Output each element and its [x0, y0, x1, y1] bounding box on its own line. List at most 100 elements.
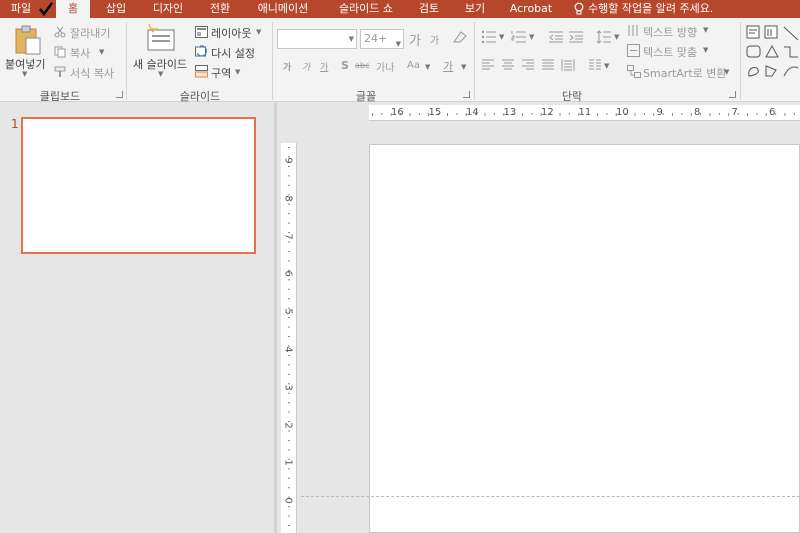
font-launcher-icon[interactable] [463, 91, 470, 98]
character-spacing-button[interactable]: 가나 [376, 59, 394, 74]
ruler-tick [447, 113, 448, 116]
font-size-select[interactable]: 24+ ▼ [360, 29, 404, 49]
underline-button[interactable]: 가 [320, 60, 328, 73]
ruler-number: 16 [391, 107, 404, 118]
copy-button[interactable]: 복사 [70, 45, 90, 61]
bullets-dropdown-icon[interactable]: ▼ [499, 33, 504, 41]
ruler-tick [288, 354, 290, 356]
tab-insert[interactable]: 삽입 [98, 0, 134, 18]
tab-animations[interactable]: 애니메이션 [250, 0, 316, 18]
grow-font-button[interactable]: 가 [409, 30, 421, 49]
shadow-button[interactable]: S [341, 59, 349, 72]
slide-thumbnail[interactable] [21, 117, 256, 254]
bullets-icon[interactable] [481, 30, 497, 44]
columns-dropdown-icon[interactable]: ▼ [604, 62, 609, 70]
tab-acrobat[interactable]: Acrobat [506, 0, 556, 18]
format-painter-button[interactable]: 서식 복사 [70, 65, 114, 81]
align-right-icon[interactable] [521, 59, 535, 71]
tab-file[interactable]: 파일 [4, 0, 38, 18]
font-color-dropdown-icon[interactable]: ▼ [461, 63, 466, 71]
copy-dropdown-icon[interactable]: ▼ [99, 48, 104, 56]
tab-view[interactable]: 보기 [458, 0, 492, 18]
distributed-icon[interactable] [561, 58, 575, 72]
font-name-select[interactable]: ▼ [277, 29, 357, 49]
ruler-tick [747, 113, 748, 116]
ruler-tick [288, 203, 290, 205]
columns-icon[interactable] [588, 59, 602, 71]
section-button[interactable]: 구역 [211, 65, 231, 81]
align-text-button[interactable]: 텍스트 맞춤 [643, 44, 697, 60]
copy-icon [54, 46, 66, 58]
vertical-ruler: 9 8 7 6 5 4 3 2 1 0 [281, 143, 297, 533]
ruler-tick [493, 113, 495, 115]
clear-formatting-icon[interactable] [452, 30, 468, 44]
tab-transitions[interactable]: 전환 [202, 0, 238, 18]
convert-smartart-button[interactable]: SmartArt로 변환 [643, 65, 727, 81]
paragraph-launcher-icon[interactable] [729, 91, 736, 98]
italic-button[interactable]: 가 [302, 60, 310, 73]
cut-button[interactable]: 잘라내기 [70, 25, 110, 41]
text-direction-button[interactable]: 텍스트 방향 [643, 24, 697, 40]
tab-slideshow[interactable]: 슬라이드 쇼 [330, 0, 402, 18]
decrease-indent-icon[interactable] [548, 30, 564, 44]
ruler-tick [718, 113, 720, 115]
ruler-tick [643, 113, 645, 115]
numbering-icon[interactable] [511, 30, 527, 44]
justify-icon[interactable] [541, 59, 555, 71]
clipboard-launcher-icon[interactable] [116, 91, 123, 98]
ruler-number: 5 [282, 308, 294, 315]
chevron-down-icon: ▼ [348, 35, 354, 43]
ruler-number: 7 [731, 107, 738, 118]
align-center-icon[interactable] [501, 59, 515, 71]
ruler-tick [559, 113, 561, 116]
paste-icon[interactable] [14, 24, 42, 56]
ruler-number: 4 [282, 346, 294, 353]
ruler-tick [288, 364, 290, 366]
font-color-button[interactable]: 가 [443, 58, 453, 74]
increase-indent-icon[interactable] [568, 30, 584, 44]
ruler-tick [288, 506, 290, 508]
tab-review[interactable]: 검토 [414, 0, 444, 18]
ruler-tick [728, 113, 730, 116]
section-dropdown-icon[interactable]: ▼ [235, 68, 240, 76]
line-spacing-icon[interactable] [596, 30, 612, 44]
new-slide-dropdown-icon[interactable]: ▼ [158, 70, 163, 78]
tab-design[interactable]: 디자인 [146, 0, 190, 18]
ruler-number: 11 [578, 107, 592, 118]
change-case-button[interactable]: Aa [407, 60, 420, 71]
ruler-number: 13 [503, 107, 517, 118]
tell-me-search[interactable]: 수행할 작업을 알려 주세요. [588, 0, 724, 18]
line-spacing-dropdown-icon[interactable]: ▼ [614, 33, 619, 41]
align-text-dropdown-icon[interactable]: ▼ [703, 46, 708, 54]
ruler-tick [288, 317, 290, 319]
slide-canvas[interactable] [369, 144, 800, 533]
change-case-dropdown-icon[interactable]: ▼ [425, 63, 430, 71]
ruler-tick [522, 113, 523, 116]
tab-home[interactable]: 홈 [56, 0, 90, 18]
slide-editor: 16 15 14 13 12 11 10 9 8 7 6 9876543210 [277, 103, 800, 533]
numbering-dropdown-icon[interactable]: ▼ [529, 33, 534, 41]
ruler-number: 10 [616, 107, 629, 118]
shrink-font-button[interactable]: 가 [430, 32, 439, 47]
new-slide-icon[interactable] [144, 24, 176, 52]
ruler-tick [288, 184, 290, 186]
ruler-tick [288, 298, 290, 300]
shapes-gallery[interactable] [746, 24, 800, 86]
strikethrough-button[interactable]: abc [355, 61, 369, 70]
ribbon-tab-bar: 파일 홈 삽입 디자인 전환 애니메이션 슬라이드 쇼 검토 보기 Acroba… [0, 0, 800, 18]
bold-button[interactable]: 가 [283, 60, 291, 73]
section-icon [195, 65, 208, 78]
ruler-number: 1 [282, 459, 294, 467]
ruler-tick [381, 113, 383, 115]
ruler-tick [653, 113, 655, 116]
ruler-tick [606, 113, 608, 115]
smartart-dropdown-icon[interactable]: ▼ [724, 68, 729, 76]
layout-dropdown-icon[interactable]: ▼ [256, 28, 261, 36]
ruler-tick [568, 113, 570, 115]
layout-button[interactable]: 레이아웃 [211, 25, 251, 41]
powerpoint-window: 파일 홈 삽입 디자인 전환 애니메이션 슬라이드 쇼 검토 보기 Acroba… [0, 0, 800, 533]
reset-button[interactable]: 다시 설정 [211, 45, 255, 61]
text-direction-dropdown-icon[interactable]: ▼ [703, 26, 708, 34]
paste-dropdown-icon[interactable]: ▼ [22, 70, 27, 78]
align-left-icon[interactable] [481, 59, 495, 71]
